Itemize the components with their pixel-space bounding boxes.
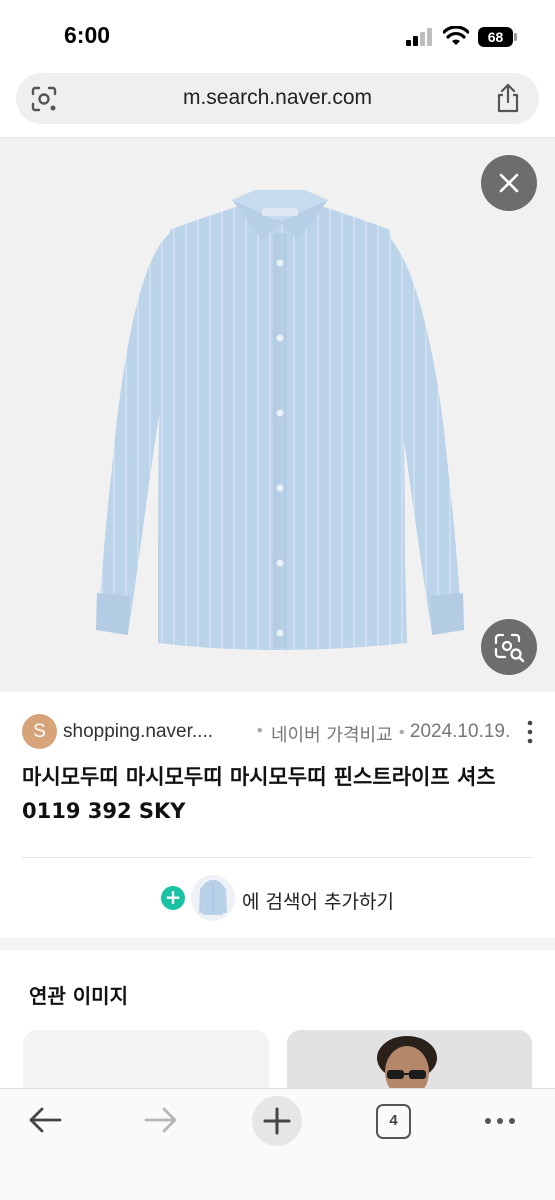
url-text[interactable]: m.search.naver.com (16, 86, 539, 110)
back-arrow-icon[interactable] (27, 1105, 63, 1135)
close-button[interactable] (481, 155, 537, 211)
result-title[interactable]: 마시모두띠 마시모두띠 마시모두띠 핀스트라이프 셔츠 0119 392 SKY (22, 760, 537, 828)
shirt-image (96, 190, 464, 650)
separator-dot: • (399, 724, 405, 741)
signal-icon (406, 28, 432, 46)
more-menu-icon[interactable] (482, 1109, 518, 1133)
battery-icon: 68 (478, 27, 518, 47)
separator-dot: • (255, 721, 265, 740)
source-site[interactable]: shopping.naver.... (63, 721, 213, 743)
share-icon[interactable] (495, 83, 521, 113)
new-tab-button[interactable] (252, 1096, 302, 1146)
section-divider (0, 938, 555, 950)
forward-arrow-icon[interactable] (143, 1105, 179, 1135)
image-viewer[interactable] (0, 138, 555, 692)
date-text: 2024.10.19. (409, 721, 511, 742)
bottom-toolbar: 4 (0, 1088, 555, 1200)
close-icon (499, 173, 519, 193)
wifi-icon (443, 26, 469, 45)
status-bar: 6:00 68 (0, 0, 555, 70)
more-options-icon[interactable] (522, 718, 538, 746)
tab-switcher-button[interactable]: 4 (376, 1104, 411, 1139)
source-avatar: S (22, 714, 57, 749)
plus-icon (263, 1107, 291, 1135)
status-time: 6:00 (64, 22, 111, 48)
plus-icon: + (161, 886, 185, 910)
lens-search-icon (494, 633, 525, 663)
add-keyword-label[interactable]: 에 검색어 추가하기 (242, 887, 394, 914)
source-name: 네이버 가격비교 (271, 725, 393, 746)
divider (22, 857, 532, 858)
source-date: • 2024.10.19. (399, 721, 510, 743)
source-row[interactable]: S shopping.naver.... • 네이버 가격비교 • 2024.1… (22, 712, 542, 752)
add-keyword-row[interactable]: + 에 검색어 추가하기 (0, 872, 555, 924)
shirt-thumbnail (191, 875, 235, 921)
address-bar[interactable]: m.search.naver.com (16, 73, 539, 124)
lens-search-button[interactable] (481, 619, 537, 675)
related-images-title: 연관 이미지 (29, 984, 128, 1008)
battery-level: 68 (478, 27, 513, 47)
